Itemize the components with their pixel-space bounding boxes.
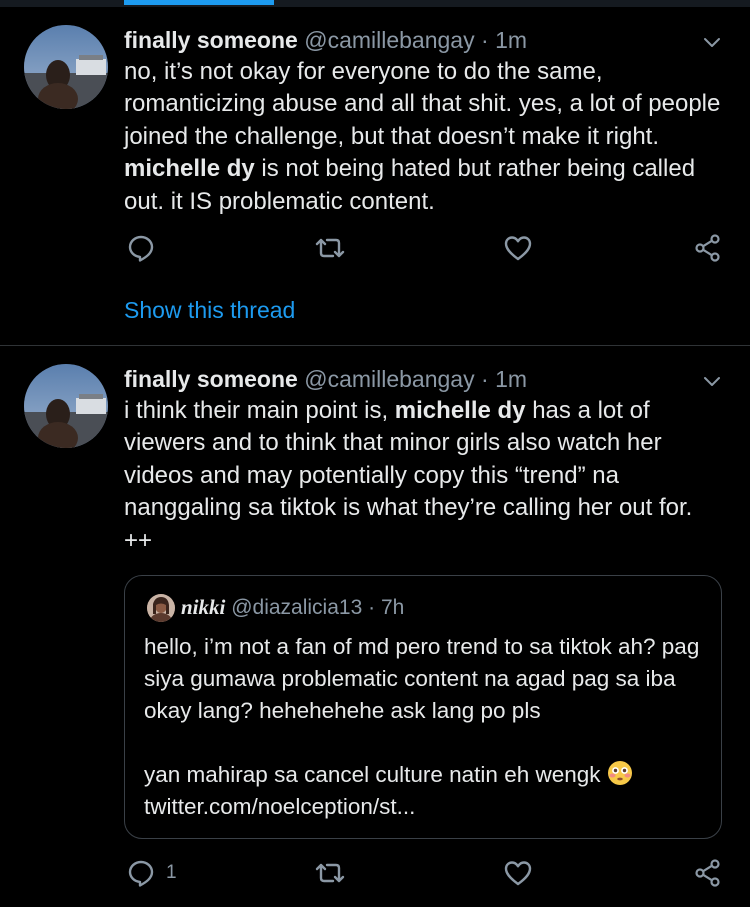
avatar[interactable] <box>24 364 108 448</box>
display-name[interactable]: finally someone <box>124 366 298 392</box>
timestamp[interactable]: 1m <box>495 27 527 53</box>
quoted-paragraph: yan mahirap sa cancel culture natin eh w… <box>144 759 714 791</box>
top-bar <box>0 0 750 7</box>
tweet[interactable]: finally someone @camillebangay · 1m i th… <box>0 346 750 907</box>
avatar[interactable] <box>147 594 175 622</box>
retweet-icon <box>315 863 345 883</box>
quoted-line: yan mahirap sa cancel culture natin eh w… <box>144 762 601 787</box>
reply-button[interactable] <box>126 231 156 265</box>
active-tab-indicator <box>124 0 274 5</box>
tweet-actions <box>0 231 750 267</box>
tweet-text: no, it’s not okay for everyone to do the… <box>124 56 724 218</box>
share-icon <box>695 859 720 887</box>
chevron-down-icon[interactable] <box>700 370 724 394</box>
share-icon <box>695 234 720 262</box>
quoted-link[interactable]: twitter.com/noelception/st... <box>144 791 714 823</box>
user-handle[interactable]: @camillebangay <box>304 27 474 53</box>
like-icon <box>504 861 532 886</box>
reply-icon <box>128 860 154 887</box>
share-button[interactable] <box>693 231 723 265</box>
mention-text: michelle dy <box>394 397 526 424</box>
separator: · <box>481 27 489 53</box>
tweet-text: i think their main point is, michelle dy… <box>124 395 724 557</box>
reply-icon <box>128 235 154 262</box>
avatar[interactable] <box>24 25 108 109</box>
separator: · <box>481 366 489 392</box>
like-button[interactable] <box>503 856 533 890</box>
retweet-button[interactable] <box>313 856 347 890</box>
user-handle[interactable]: @camillebangay <box>304 366 474 392</box>
user-handle[interactable]: @diazalicia13 <box>231 596 362 619</box>
tweet-text-part: i think their main point is, <box>124 397 395 424</box>
display-name[interactable]: nikki <box>181 595 225 619</box>
tweet-header: finally someone @camillebangay · 1m <box>124 364 527 394</box>
chevron-down-icon[interactable] <box>700 31 724 55</box>
reply-count: 1 <box>166 862 177 883</box>
timestamp[interactable]: 7h <box>381 596 404 619</box>
retweet-button[interactable] <box>313 231 347 265</box>
show-thread-link[interactable]: Show this thread <box>124 297 295 324</box>
quoted-tweet-text: hello, i’m not a fan of md pero trend to… <box>144 631 714 823</box>
quoted-tweet[interactable]: nikki @diazalicia13 · 7h hello, i’m not … <box>124 575 722 839</box>
mention-text: michelle dy <box>124 155 255 183</box>
retweet-icon <box>315 238 345 258</box>
tweet-header: finally someone @camillebangay · 1m <box>124 25 527 55</box>
timestamp[interactable]: 1m <box>495 366 527 392</box>
tweet-actions: 1 <box>0 856 750 892</box>
separator: · <box>368 596 376 619</box>
share-button[interactable] <box>693 856 723 890</box>
quoted-paragraph: hello, i’m not a fan of md pero trend to… <box>144 634 700 723</box>
flushed-face-emoji <box>607 761 632 785</box>
display-name[interactable]: finally someone <box>124 27 298 53</box>
tweet-text-part: no, it’s not okay for everyone to do the… <box>124 58 721 150</box>
tweet[interactable]: finally someone @camillebangay · 1m no, … <box>0 7 750 345</box>
quoted-tweet-header: nikki @diazalicia13 · 7h <box>181 593 404 622</box>
reply-button[interactable]: 1 <box>126 856 177 890</box>
like-icon <box>504 236 532 261</box>
like-button[interactable] <box>503 231 533 265</box>
